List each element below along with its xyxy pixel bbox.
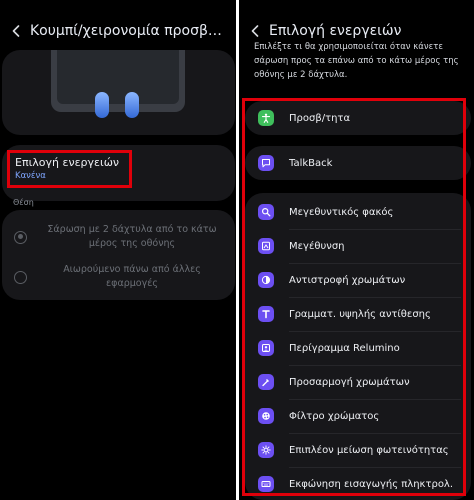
position-option-label: Σάρωση με 2 δάχτυλα από το κάτω μέρος τη… xyxy=(47,224,217,249)
magnification-icon xyxy=(258,238,274,254)
high-contrast-font-icon xyxy=(258,306,274,322)
action-label: Περίγραμμα Relumino xyxy=(289,342,400,354)
position-section-label: Θέση xyxy=(13,198,34,207)
action-row[interactable]: Επιπλέον μείωση φωτεινότητας xyxy=(245,433,471,467)
position-option-swipe[interactable]: Σάρωση με 2 δάχτυλα από το κάτω μέρος τη… xyxy=(2,222,235,252)
color-filter-icon xyxy=(258,408,274,424)
action-label: Γραμματ. υψηλής αντίθεσης xyxy=(289,308,431,320)
action-label: Επιπλέον μείωση φωτεινότητας xyxy=(289,444,449,456)
action-label: Φίλτρο χρώματος xyxy=(289,410,380,422)
action-row[interactable]: Γραμματ. υψηλής αντίθεσης xyxy=(245,297,471,331)
action-card-talkback: TalkBack xyxy=(245,146,471,180)
page-title: Επιλογή ενεργειών xyxy=(269,23,402,39)
description-text: Επιλέξτε τι θα χρησιμοποιείται όταν κάνε… xyxy=(254,42,459,80)
page-title: Κουμπί/χειρονομία προσβασι... xyxy=(30,23,230,39)
finger-left-icon xyxy=(95,92,109,118)
back-button[interactable] xyxy=(0,25,30,37)
chevron-left-icon xyxy=(251,25,259,37)
invert-colors-icon xyxy=(258,272,274,288)
action-row[interactable]: Φίλτρο χρώματος xyxy=(245,399,471,433)
relumino-outline-icon xyxy=(258,340,274,356)
position-options-card: Σάρωση με 2 δάχτυλα από το κάτω μέρος τη… xyxy=(2,210,235,300)
back-button[interactable] xyxy=(239,25,269,37)
accessibility-person-icon xyxy=(258,110,274,126)
action-row[interactable]: Προσαρμογή χρωμάτων xyxy=(245,365,471,399)
action-label: Αντιστροφή χρωμάτων xyxy=(289,274,406,286)
action-row[interactable]: Αντιστροφή χρωμάτων xyxy=(245,263,471,297)
action-label: Εκφώνηση εισαγωγής πληκτρολ. xyxy=(289,478,454,490)
highlight-box-action xyxy=(7,150,132,188)
phone-screen xyxy=(57,50,179,104)
position-option-floating[interactable]: Αιωρούμενο πάνω από άλλες εφαρμογές xyxy=(2,262,235,292)
keyboard-speak-icon xyxy=(258,476,274,492)
action-card-accessibility: Προσβ/τητα xyxy=(245,101,471,135)
action-row[interactable]: TalkBack xyxy=(245,146,471,180)
extra-dim-icon xyxy=(258,442,274,458)
action-row[interactable]: Εκφώνηση εισαγωγής πληκτρολ. xyxy=(245,467,471,500)
finger-right-icon xyxy=(125,92,139,118)
action-label: Μεγέθυνση xyxy=(289,240,345,252)
phone-frame xyxy=(51,50,185,112)
action-row[interactable]: Μεγεθυντικός φακός xyxy=(245,195,471,229)
left-header: Κουμπί/χειρονομία προσβασι... xyxy=(0,16,236,46)
action-row[interactable]: Μεγέθυνση xyxy=(245,229,471,263)
action-row[interactable]: Προσβ/τητα xyxy=(245,101,471,135)
radio-selected-icon xyxy=(14,230,27,244)
action-list-card: Μεγεθυντικός φακός Μεγέθυνση Αντιστροφή … xyxy=(245,193,471,500)
talkback-chat-icon xyxy=(258,155,274,171)
position-option-label: Αιωρούμενο πάνω από άλλες εφαρμογές xyxy=(63,264,201,289)
radio-unselected-icon xyxy=(14,270,27,284)
right-settings-screen: Επιλογή ενεργειών Επιλέξτε τι θα χρησιμο… xyxy=(239,0,474,500)
left-settings-screen: Κουμπί/χειρονομία προσβασι... Επιλογή εν… xyxy=(0,0,236,500)
gesture-preview-illustration xyxy=(2,50,235,135)
color-adjustment-icon xyxy=(258,374,274,390)
action-row[interactable]: Περίγραμμα Relumino xyxy=(245,331,471,365)
action-label: TalkBack xyxy=(289,157,333,169)
action-label: Προσαρμογή χρωμάτων xyxy=(289,376,410,388)
magnifier-icon xyxy=(258,204,274,220)
action-label: Μεγεθυντικός φακός xyxy=(289,206,394,218)
chevron-left-icon xyxy=(12,25,20,37)
action-label: Προσβ/τητα xyxy=(289,112,351,124)
